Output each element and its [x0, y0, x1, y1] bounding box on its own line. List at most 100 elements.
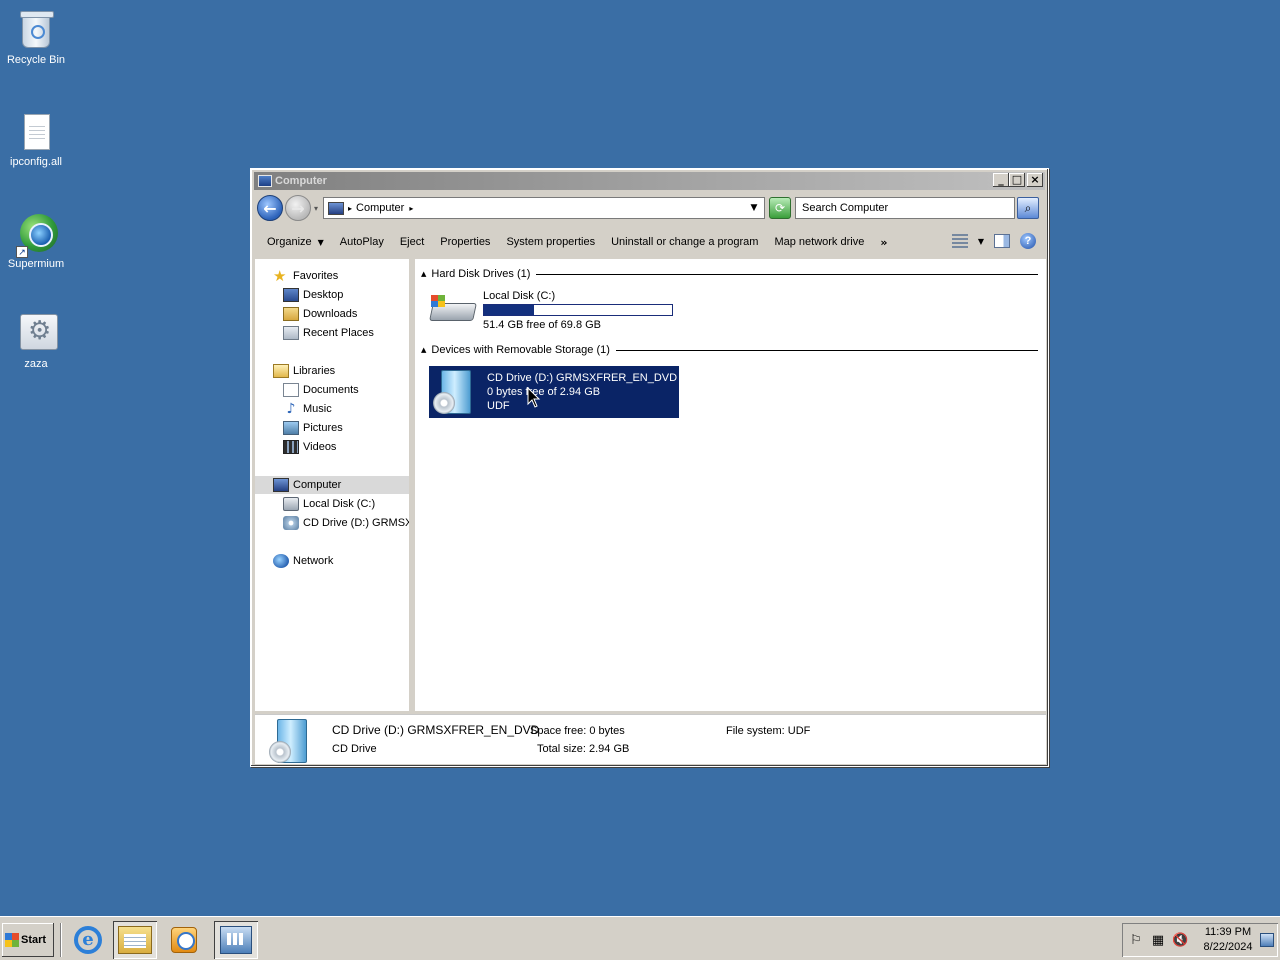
details-total-size: Total size: 2.94 GB	[537, 743, 629, 755]
windows-logo-icon	[431, 295, 445, 307]
internet-explorer-icon: e	[74, 926, 102, 954]
text-file-icon	[16, 110, 56, 154]
uninstall-program-button[interactable]: Uninstall or change a program	[611, 236, 758, 248]
nav-item-network[interactable]: Network	[273, 552, 333, 570]
details-item-name: CD Drive (D:) GRMSXFRER_EN_DVD	[332, 723, 540, 737]
divider	[536, 273, 1038, 275]
close-button[interactable]: ×	[1027, 173, 1043, 187]
hard-disk-icon	[283, 497, 299, 511]
network-status-icon[interactable]: ▦	[1150, 933, 1166, 949]
nav-item-label: Pictures	[303, 422, 343, 434]
desktop-icon-ipconfig[interactable]: ipconfig.all	[0, 104, 72, 169]
nav-item-computer[interactable]: Computer	[255, 476, 409, 494]
details-item-type: CD Drive	[332, 743, 377, 755]
system-properties-button[interactable]: System properties	[506, 236, 595, 248]
action-center-flag-icon[interactable]: ⚐	[1128, 933, 1144, 949]
eject-button[interactable]: Eject	[400, 236, 424, 248]
address-bar[interactable]: ▸ Computer ▸ ▼	[323, 197, 765, 219]
nav-item-label: CD Drive (D:) GRMSXF	[303, 517, 412, 529]
start-button[interactable]: Start	[2, 923, 54, 957]
disc-icon	[433, 392, 455, 414]
volume-muted-icon[interactable]: 🔇	[1172, 933, 1188, 949]
computer-icon	[258, 175, 272, 187]
nav-item-documents[interactable]: Documents	[283, 381, 359, 399]
details-space-free: Space free: 0 bytes	[530, 725, 625, 737]
clock[interactable]: 11:39 PM 8/22/2024	[1200, 925, 1256, 955]
preview-pane-icon[interactable]	[994, 234, 1010, 248]
nav-item-music[interactable]: ♪ Music	[283, 400, 332, 418]
drive-cd-d[interactable]: CD Drive (D:) GRMSXFRER_EN_DVD 0 bytes f…	[429, 366, 679, 418]
cd-drive-icon	[269, 719, 309, 763]
collapse-triangle-icon[interactable]: ▲	[421, 346, 426, 354]
address-dropdown-icon[interactable]: ▼	[746, 198, 762, 218]
nav-item-label: Downloads	[303, 308, 358, 320]
server-manager-button[interactable]	[214, 921, 258, 959]
window-titlebar[interactable]: Computer _ □ ×	[254, 172, 1045, 190]
details-value: UDF	[787, 725, 811, 737]
maximize-button[interactable]: □	[1009, 173, 1025, 187]
properties-button[interactable]: Properties	[440, 236, 490, 248]
system-tray: ⚐ ▦ 🔇 11:39 PM 8/22/2024	[1122, 923, 1278, 957]
navigation-pane: ★ Favorites Desktop Downloads Recent Pla…	[255, 259, 412, 711]
nav-item-recent-places[interactable]: Recent Places	[283, 324, 374, 342]
show-desktop-icon[interactable]	[1260, 933, 1274, 947]
computer-icon	[328, 201, 344, 215]
help-icon[interactable]: ?	[1020, 233, 1036, 249]
nav-item-videos[interactable]: Videos	[283, 438, 336, 456]
taskbar: Start e ⚐ ▦ 🔇 11:39 PM 8/22/2024	[0, 916, 1280, 960]
drive-file-system: UDF	[487, 400, 510, 412]
nav-item-downloads[interactable]: Downloads	[283, 305, 357, 323]
desktop-icon	[283, 288, 299, 302]
breadcrumb-chevron-icon[interactable]: ▸	[409, 204, 413, 213]
disk-usage-fill	[484, 305, 534, 315]
windows-explorer-icon	[118, 926, 152, 954]
forward-button[interactable]: →	[285, 195, 311, 221]
map-network-drive-button[interactable]: Map network drive	[774, 236, 864, 248]
details-label: Total size:	[537, 743, 586, 755]
breadcrumb-computer[interactable]: Computer	[356, 202, 404, 214]
change-view-icon[interactable]	[951, 234, 968, 248]
nav-item-desktop[interactable]: Desktop	[283, 286, 343, 304]
drive-local-disk-c[interactable]: Local Disk (C:) 51.4 GB free of 69.8 GB	[427, 289, 673, 335]
disk-usage-bar	[483, 304, 673, 316]
collapse-triangle-icon[interactable]: ▲	[421, 270, 426, 278]
refresh-button[interactable]: ⟳	[769, 197, 791, 219]
nav-item-label: Local Disk (C:)	[303, 498, 376, 510]
details-value: 0 bytes	[589, 725, 625, 737]
nav-item-favorites[interactable]: ★ Favorites	[273, 267, 338, 285]
details-pane: CD Drive (D:) GRMSXFRER_EN_DVD CD Drive …	[255, 714, 1046, 764]
recent-places-icon	[283, 326, 299, 340]
back-button[interactable]: ←	[257, 195, 283, 221]
search-input[interactable]: Search Computer	[795, 197, 1015, 219]
desktop-icon-zaza[interactable]: zaza	[0, 306, 72, 371]
libraries-icon	[273, 364, 289, 378]
music-note-icon: ♪	[286, 401, 296, 417]
nav-item-label: Recent Places	[303, 327, 374, 339]
recent-pages-dropdown[interactable]: ▾	[311, 204, 321, 213]
breadcrumb-separator-icon[interactable]: ▸	[348, 204, 352, 213]
nav-item-pictures[interactable]: Pictures	[283, 419, 343, 437]
internet-explorer-button[interactable]: e	[66, 921, 110, 959]
nav-item-libraries[interactable]: Libraries	[273, 362, 335, 380]
minimize-button[interactable]: _	[993, 173, 1009, 187]
media-player-button[interactable]	[162, 921, 206, 959]
details-file-system: File system: UDF	[726, 725, 810, 737]
desktop-icon-recycle-bin[interactable]: Recycle Bin	[0, 2, 72, 67]
windows-logo-icon	[5, 933, 19, 947]
nav-item-local-disk[interactable]: Local Disk (C:)	[283, 495, 375, 513]
server-manager-icon	[220, 926, 252, 954]
clock-time: 11:39 PM	[1204, 926, 1252, 938]
desktop-icon-supermium[interactable]: ↗ Supermium	[0, 206, 72, 271]
group-header-removable-storage[interactable]: ▲ Devices with Removable Storage (1)	[421, 342, 1038, 358]
search-button[interactable]: ⌕	[1017, 197, 1039, 219]
view-options-dropdown-icon[interactable]: ▼	[978, 237, 984, 246]
recycle-bin-icon	[16, 8, 56, 52]
group-header-hard-disks[interactable]: ▲ Hard Disk Drives (1)	[421, 266, 1038, 282]
nav-item-cd-drive[interactable]: CD Drive (D:) GRMSXF	[283, 514, 412, 532]
more-commands-button[interactable]: »	[880, 236, 887, 249]
explorer-window: Computer _ □ × ← → ▾ ▸ Computer ▸ ▼ ⟳ Se…	[250, 168, 1049, 767]
autoplay-button[interactable]: AutoPlay	[340, 236, 384, 248]
windows-explorer-button[interactable]	[113, 921, 157, 959]
cd-drive-icon	[283, 516, 299, 530]
organize-button[interactable]: Organize ▼	[267, 236, 324, 248]
